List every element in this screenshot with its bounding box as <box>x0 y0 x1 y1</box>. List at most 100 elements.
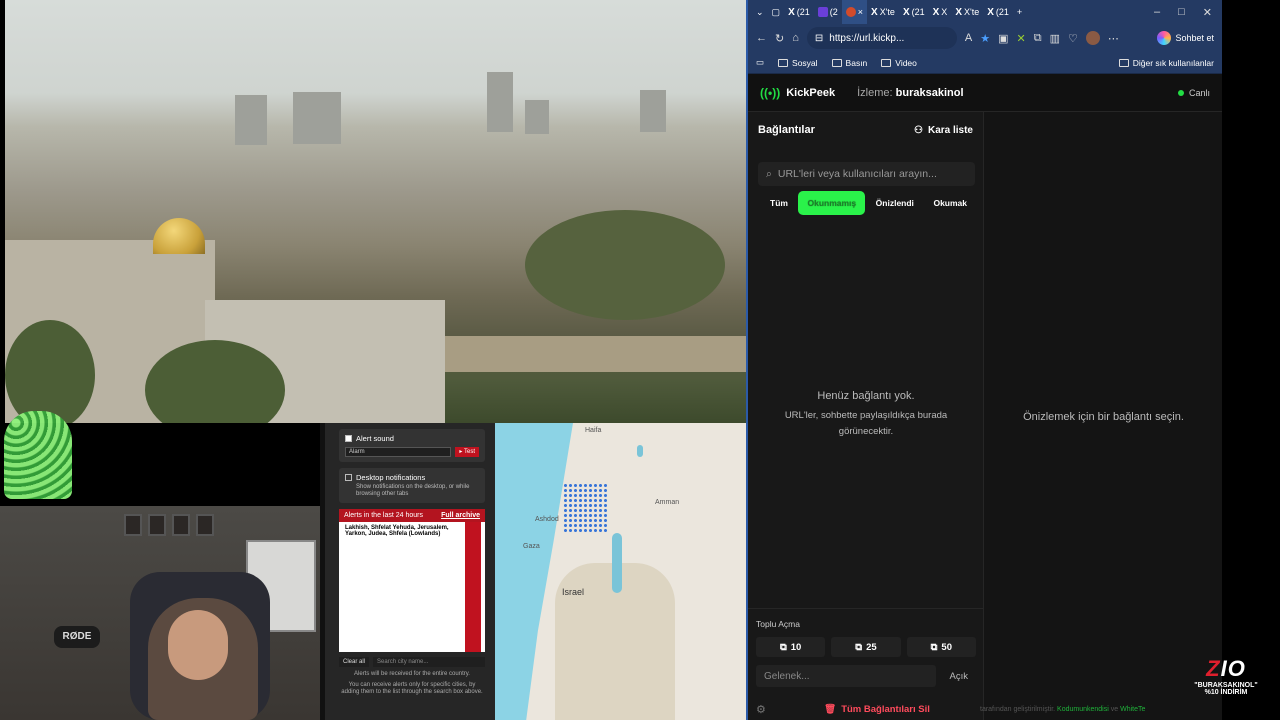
profile-avatar[interactable] <box>1085 31 1100 45</box>
favorites-icon[interactable]: ♡ <box>1068 32 1078 45</box>
tab-active[interactable]: × <box>841 0 868 24</box>
tab-label: (21 <box>911 7 925 17</box>
x-icon: X <box>788 6 795 18</box>
alert-sound-checkbox[interactable] <box>345 435 352 442</box>
tab-6[interactable]: X X'te <box>951 0 983 24</box>
building <box>640 90 666 132</box>
sea-of-galilee <box>637 445 643 457</box>
sponsor-promo: ZIO "BURAKSAKINOL" %10 İNDİRİM <box>1172 656 1280 720</box>
new-tab-button[interactable]: + <box>1013 0 1026 24</box>
channel-name: buraksakinol <box>895 86 964 99</box>
chat-label: Sohbet et <box>1175 33 1214 43</box>
golden-dome <box>153 218 205 254</box>
extensions-icon[interactable]: ⧉ <box>1034 32 1042 45</box>
tab-4[interactable]: X (21 <box>899 0 929 24</box>
favorite-folder-press[interactable]: Basın <box>831 58 867 68</box>
folder-label: Video <box>895 57 917 68</box>
more-icon[interactable]: ⋯ <box>1108 32 1119 45</box>
city-wall <box>445 336 746 372</box>
favorites-bar-icon[interactable]: ▭ <box>756 57 764 68</box>
clear-all-button[interactable]: Clear all <box>339 657 370 667</box>
alerts-scroll-bar[interactable] <box>465 522 481 652</box>
tab-2[interactable]: (2 <box>814 0 842 24</box>
close-icon[interactable]: × <box>858 7 863 17</box>
tab-5[interactable]: XX <box>929 0 952 24</box>
kickpeek-favicon <box>845 7 856 17</box>
wall-frame <box>124 514 142 536</box>
tab-3[interactable]: X X'te <box>867 0 899 24</box>
split-screen-icon[interactable]: ▥ <box>1050 32 1060 45</box>
links-panel: Bağlantılar ⚇ Kara liste ⌕ URL'leri veya … <box>748 112 984 720</box>
back-icon[interactable]: ← <box>756 32 767 44</box>
filter-unread[interactable]: Okunmamış <box>799 192 865 214</box>
copilot-chat-button[interactable]: Sohbet et <box>1157 31 1214 45</box>
alerts-panel: Alert sound Alarm ▸ Test Desktop notific… <box>320 423 495 720</box>
external-link-icon: ⧉ <box>855 641 863 653</box>
footer-credit: tarafından geliştirilmiştir. Kodumunkend… <box>980 706 1146 713</box>
blacklist-button[interactable]: ⚇ Kara liste <box>914 125 973 136</box>
open-25-button[interactable]: ⧉ 25 <box>831 637 901 657</box>
folder-icon <box>831 58 842 67</box>
home-icon[interactable]: ⌂ <box>792 32 799 44</box>
tab-label: X <box>941 7 948 17</box>
building <box>487 72 513 132</box>
tab-label: (21 <box>995 7 1009 17</box>
minimize-button[interactable]: – <box>1154 6 1160 19</box>
alert-sound-select[interactable]: Alarm <box>345 447 452 457</box>
extension-icon-2[interactable]: ✕ <box>1017 32 1026 45</box>
credit-author-1[interactable]: Kodumunkendisi <box>1057 706 1109 713</box>
filter-all[interactable]: Tüm <box>762 192 796 214</box>
workspaces-button[interactable]: ▢ <box>768 0 785 24</box>
links-search-input[interactable]: ⌕ URL'leri veya kullanıcıları arayın... <box>758 162 975 186</box>
streamer-webcam: RØDE <box>0 506 320 720</box>
filter-read[interactable]: Okumak <box>925 192 975 214</box>
sponsor-logo: ZIO <box>1206 656 1246 681</box>
twitch-icon <box>817 7 828 17</box>
tab-list-button[interactable]: ⌄ <box>752 0 768 24</box>
bulk-count: 25 <box>866 641 877 653</box>
favorite-folder-social[interactable]: Sosyal <box>778 58 818 68</box>
full-archive-link[interactable]: Full archive <box>441 512 480 519</box>
desktop-notifications-box: Desktop notifications Show notifications… <box>339 468 485 503</box>
filter-tabs: Tüm Okunmamış Önizlendi Okumak <box>762 192 975 214</box>
url-text: https://url.kickp... <box>829 32 905 44</box>
other-favorites[interactable]: Diğer sık kullanılanlar <box>1118 58 1214 68</box>
delete-all-button[interactable]: 🗑 Tüm Bağlantıları Sil <box>778 699 976 719</box>
favorite-star-icon[interactable]: ★ <box>980 32 990 45</box>
city-search-input[interactable]: Search city name... <box>373 657 485 667</box>
open-10-button[interactable]: ⧉ 10 <box>756 637 826 657</box>
filter-unread-label: Okunmamış <box>807 198 857 208</box>
close-window-button[interactable]: ✕ <box>1203 6 1212 19</box>
alert-dots <box>563 483 607 533</box>
building <box>293 92 341 144</box>
search-placeholder: URL'leri veya kullanıcıları arayın... <box>777 168 937 180</box>
desktop-notifications-checkbox[interactable] <box>345 474 352 481</box>
right-black-area <box>1222 0 1280 720</box>
live-dot-icon <box>1177 89 1184 96</box>
watching-label: İzleme: <box>857 86 893 99</box>
app-header: ((•)) KickPeek İzleme: buraksakinol Canlı <box>748 74 1222 112</box>
credit-author-2[interactable]: WhiteTe <box>1120 706 1145 713</box>
test-button[interactable]: ▸ Test <box>455 447 479 457</box>
incoming-input[interactable]: Gelenek... <box>756 665 936 687</box>
favorite-folder-video[interactable]: Video <box>881 58 917 68</box>
panel-title: Bağlantılar <box>758 124 815 136</box>
read-aloud-icon[interactable]: A <box>965 32 972 44</box>
bulk-count: 10 <box>790 641 802 653</box>
extension-icon[interactable]: ▣ <box>998 32 1008 45</box>
folder-icon <box>881 58 892 67</box>
tab-7[interactable]: X (21 <box>983 0 1013 24</box>
x-icon: X <box>987 6 994 18</box>
refresh-icon[interactable]: ↻ <box>775 32 784 45</box>
filter-previewed[interactable]: Önizlendi <box>868 192 922 214</box>
open-button[interactable]: Açık <box>942 671 976 682</box>
maximize-button[interactable]: □ <box>1178 6 1185 19</box>
site-info-icon[interactable]: ⊟ <box>815 33 823 44</box>
gear-icon[interactable]: ⚙ <box>756 703 772 716</box>
tab-1[interactable]: X (21 <box>784 0 814 24</box>
open-50-button[interactable]: ⧉ 50 <box>906 637 976 657</box>
app-logo[interactable]: ((•)) KickPeek <box>760 86 835 100</box>
alerts-note-2: You can receive alerts only for specific… <box>341 682 483 695</box>
alerts-map[interactable]: Haifa Amman Ashdod Gaza Israel <box>495 423 746 720</box>
address-bar[interactable]: ⊟ https://url.kickp... <box>806 27 957 49</box>
